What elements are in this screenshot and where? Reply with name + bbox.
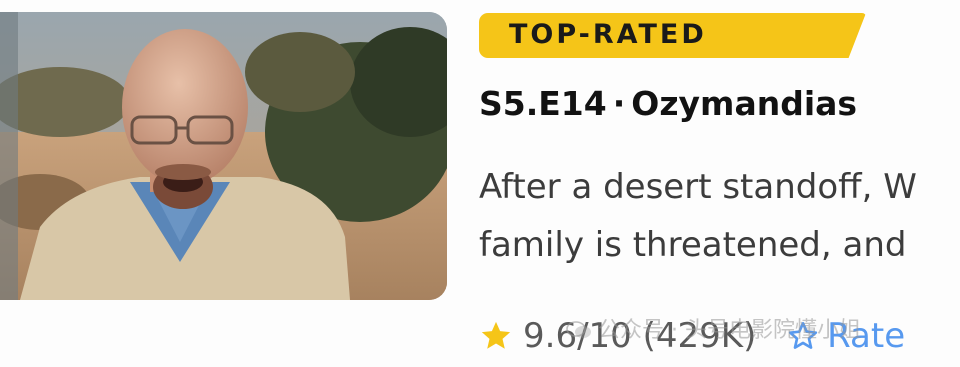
episode-thumbnail[interactable] [0, 12, 447, 300]
episode-card[interactable]: TOP-RATED S5.E14 · Ozymandias After a dese… [0, 0, 960, 367]
rating-votes: (429K) [642, 316, 757, 356]
star-icon [481, 321, 511, 349]
episode-title[interactable]: S5.E14 · Ozymandias [479, 80, 857, 128]
rate-label: Rate [827, 316, 906, 356]
rate-button[interactable]: Rate [787, 308, 905, 364]
title-separator: · [612, 84, 626, 123]
description-line-2: family is threatened, and [479, 225, 907, 265]
thumbnail-image [0, 12, 447, 300]
episode-name: Ozymandias [631, 84, 858, 123]
description-line-1: After a desert standoff, W [479, 167, 917, 207]
rate-star-icon [789, 322, 818, 349]
badge-label: TOP-RATED [509, 19, 707, 50]
rating-score: 9.6/10 [523, 316, 632, 356]
rating-row: 9.6/10 (429K) Rate [479, 308, 960, 364]
episode-code: S5.E14 [479, 84, 607, 123]
episode-description: After a desert standoff, W family is thr… [479, 158, 960, 274]
top-rated-badge: TOP-RATED [479, 13, 866, 58]
